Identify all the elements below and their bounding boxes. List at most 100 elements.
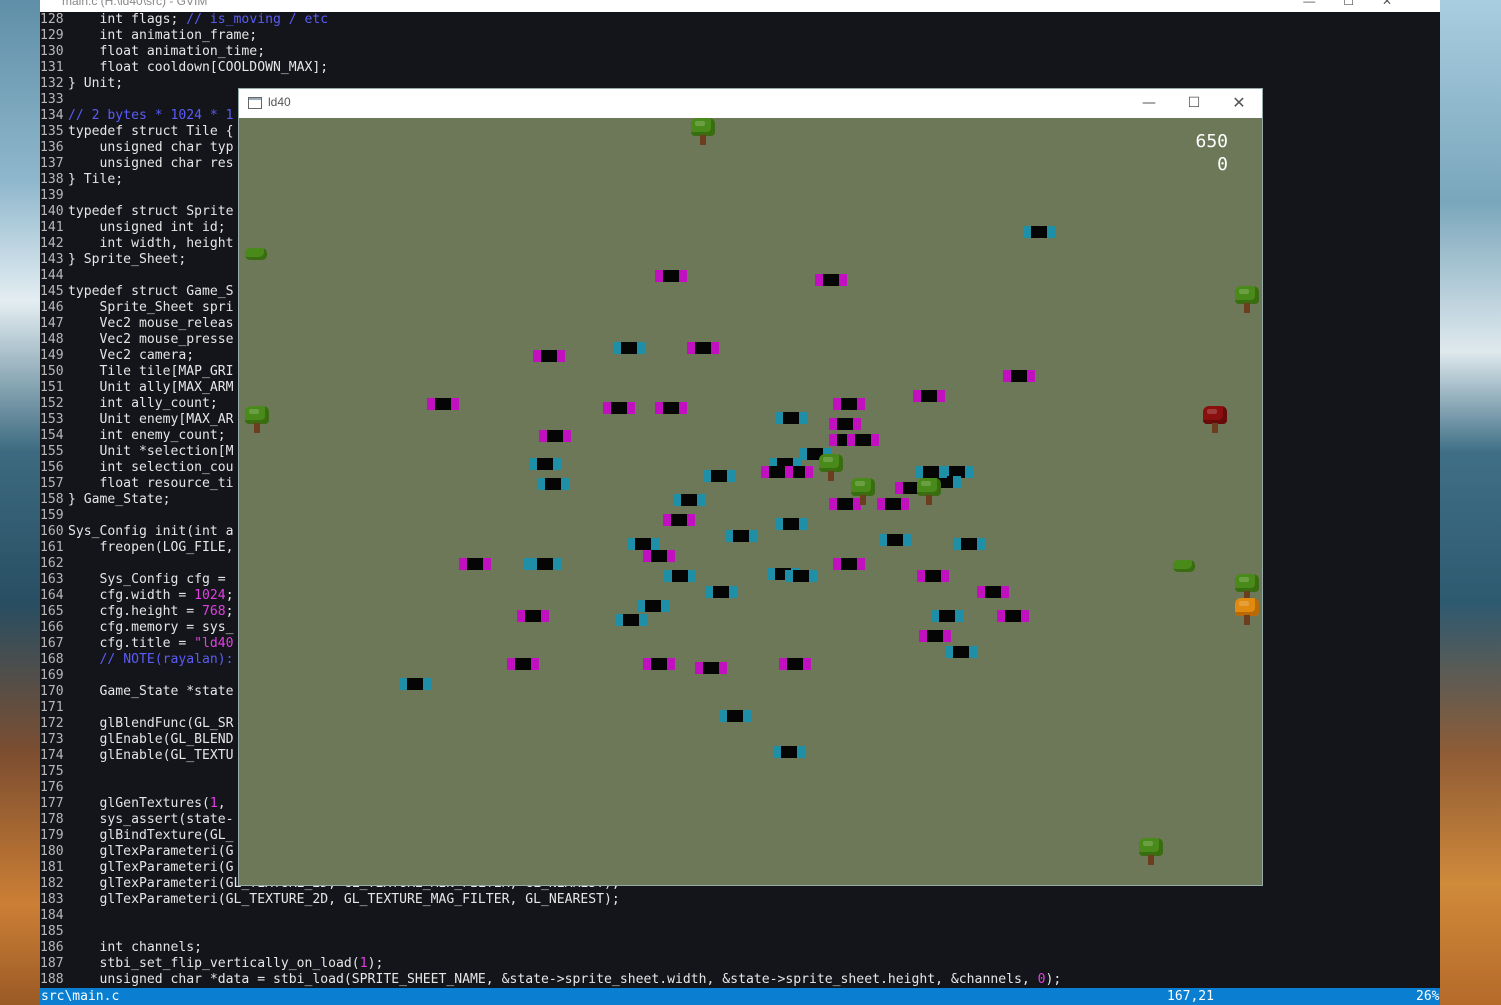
unit-part — [1023, 226, 1031, 238]
ally-unit[interactable] — [725, 530, 757, 542]
unit-part — [467, 558, 483, 570]
game-canvas[interactable]: 650 0 — [239, 118, 1262, 885]
ally-unit[interactable] — [613, 342, 645, 354]
enemy-unit[interactable] — [977, 586, 1009, 598]
ally-unit[interactable] — [773, 746, 805, 758]
enemy-unit[interactable] — [833, 398, 865, 410]
ally-unit[interactable] — [673, 494, 705, 506]
enemy-unit[interactable] — [917, 570, 949, 582]
ally-unit[interactable] — [879, 534, 911, 546]
close-button[interactable]: ✕ — [1224, 91, 1254, 115]
ally-unit[interactable] — [953, 538, 985, 550]
unit-part — [705, 586, 713, 598]
code-line[interactable]: 131 float cooldown[COOLDOWN_MAX]; — [40, 60, 1440, 76]
code-number: 1 — [209, 796, 218, 811]
code-line[interactable]: 129 int animation_frame; — [40, 28, 1440, 44]
minimize-button[interactable]: — — [1134, 91, 1164, 115]
line-number: 168 — [40, 652, 64, 667]
code-text: float cooldown[COOLDOWN_MAX]; — [68, 60, 329, 75]
code-line[interactable]: 187 stbi_set_flip_vertically_on_load(1); — [40, 956, 1440, 972]
code-text: Vec2 mouse_releas — [68, 316, 234, 331]
enemy-unit[interactable] — [695, 662, 727, 674]
code-text: Sys_Config cfg = — [68, 572, 234, 587]
unit-part — [779, 658, 787, 670]
code-text: glTexParameteri(G — [68, 860, 234, 875]
code-text: cfg.memory = sys_ — [68, 620, 234, 635]
ally-unit[interactable] — [931, 610, 963, 622]
enemy-unit[interactable] — [533, 350, 565, 362]
code-line[interactable]: 185 — [40, 924, 1440, 940]
unit-part — [725, 530, 733, 542]
maximize-button[interactable]: ☐ — [1179, 91, 1209, 115]
enemy-unit[interactable] — [507, 658, 539, 670]
enemy-unit[interactable] — [517, 610, 549, 622]
ally-unit[interactable] — [664, 570, 696, 582]
editor-titlebar[interactable]: main.c (H:\ld40\src) - GVIM —☐✕ — [40, 0, 1440, 12]
ally-unit[interactable] — [529, 458, 561, 470]
ally-unit[interactable] — [537, 478, 569, 490]
ally-unit[interactable] — [775, 412, 807, 424]
enemy-unit[interactable] — [919, 630, 951, 642]
enemy-unit[interactable] — [847, 434, 879, 446]
enemy-unit[interactable] — [687, 342, 719, 354]
enemy-unit[interactable] — [913, 390, 945, 402]
game-window[interactable]: ld40 — ☐ ✕ 650 0 — [238, 88, 1263, 886]
enemy-unit[interactable] — [427, 398, 459, 410]
ally-unit[interactable] — [915, 466, 947, 478]
enemy-unit[interactable] — [539, 430, 571, 442]
ally-unit[interactable] — [719, 710, 751, 722]
ally-unit[interactable] — [703, 470, 735, 482]
enemy-unit[interactable] — [815, 274, 847, 286]
code-line[interactable]: 186 int channels; — [40, 940, 1440, 956]
line-number: 148 — [40, 332, 64, 347]
ally-unit[interactable] — [637, 600, 669, 612]
enemy-unit[interactable] — [655, 270, 687, 282]
line-number: 134 — [40, 108, 64, 123]
unit-part — [557, 350, 565, 362]
code-line[interactable]: 184 — [40, 908, 1440, 924]
editor-window-controls[interactable]: —☐✕ — [1303, 0, 1420, 8]
ally-unit[interactable] — [529, 558, 561, 570]
ally-unit[interactable] — [1023, 226, 1055, 238]
unit-part — [823, 274, 839, 286]
unit-part — [773, 746, 781, 758]
code-line[interactable]: 128 int flags; // is_moving / etc — [40, 12, 1440, 28]
enemy-unit[interactable] — [643, 658, 675, 670]
unit-part — [553, 458, 561, 470]
unit-part — [927, 630, 943, 642]
code-text: freopen(LOG_FILE, — [68, 540, 234, 555]
ally-unit[interactable] — [615, 614, 647, 626]
code-line[interactable]: 188 unsigned char *data = stbi_load(SPRI… — [40, 972, 1440, 988]
enemy-unit[interactable] — [877, 498, 909, 510]
line-number: 163 — [40, 572, 64, 587]
ally-unit[interactable] — [705, 586, 737, 598]
enemy-unit[interactable] — [663, 514, 695, 526]
enemy-unit[interactable] — [643, 550, 675, 562]
bush — [1173, 560, 1195, 572]
line-number: 141 — [40, 220, 64, 235]
code-line[interactable]: 130 float animation_time; — [40, 44, 1440, 60]
unit-part — [697, 494, 705, 506]
tree-crown — [1139, 838, 1163, 856]
unit-part — [655, 402, 663, 414]
unit-part — [663, 402, 679, 414]
enemy-unit[interactable] — [459, 558, 491, 570]
enemy-unit[interactable] — [1003, 370, 1035, 382]
unit-part — [643, 658, 651, 670]
hud-secondary-count: 0 — [1217, 154, 1228, 175]
enemy-unit[interactable] — [779, 658, 811, 670]
enemy-unit[interactable] — [997, 610, 1029, 622]
enemy-unit[interactable] — [655, 402, 687, 414]
enemy-unit[interactable] — [833, 558, 865, 570]
ally-unit[interactable] — [775, 518, 807, 530]
enemy-unit[interactable] — [603, 402, 635, 414]
ally-unit[interactable] — [627, 538, 659, 550]
enemy-unit[interactable] — [761, 466, 793, 478]
code-line[interactable]: 183 glTexParameteri(GL_TEXTURE_2D, GL_TE… — [40, 892, 1440, 908]
ally-unit[interactable] — [785, 570, 817, 582]
enemy-unit[interactable] — [829, 418, 861, 430]
unit-part — [903, 534, 911, 546]
ally-unit[interactable] — [399, 678, 431, 690]
ally-unit[interactable] — [945, 646, 977, 658]
game-titlebar[interactable]: ld40 — ☐ ✕ — [239, 89, 1262, 118]
